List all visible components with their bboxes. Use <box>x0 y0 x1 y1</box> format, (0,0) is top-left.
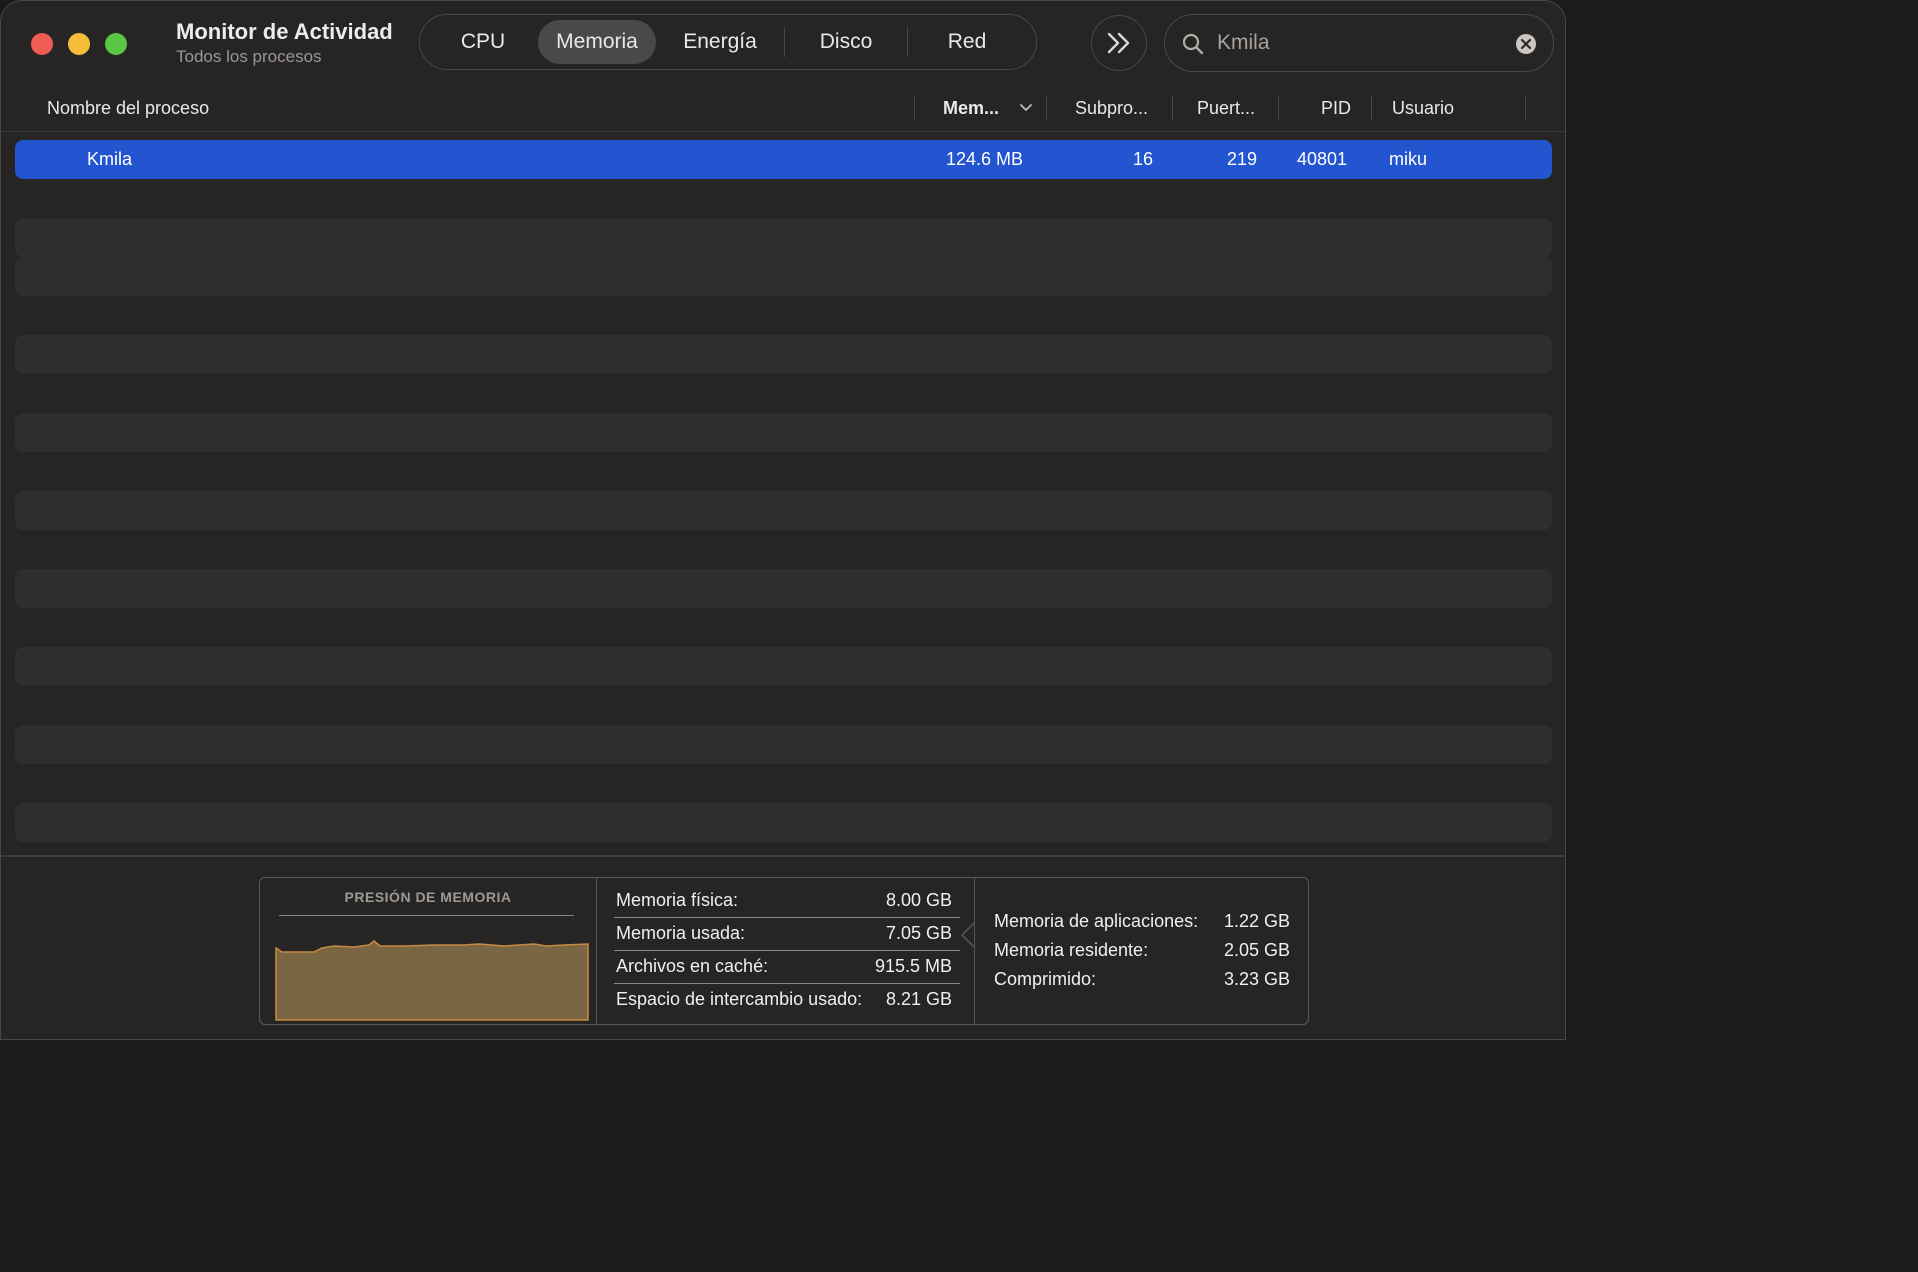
stat-value: 8.21 GB <box>885 989 952 1009</box>
stat-label: Memoria residente: <box>994 940 1149 960</box>
stat-swap-used: Espacio de intercambio usado: 8.21 GB <box>614 983 960 1016</box>
table-row[interactable]: Kmila 124.6 MB 16 219 40801 miku <box>15 140 1552 179</box>
window-title: Monitor de Actividad <box>176 19 393 44</box>
stat-wired-memory: Memoria residente: 2.05 GB <box>994 940 1290 961</box>
stat-compressed: Comprimido: 3.23 GB <box>994 969 1290 990</box>
activity-monitor-window: Monitor de Actividad Todos los procesos … <box>0 0 1566 1040</box>
empty-row <box>15 257 1552 296</box>
search-icon <box>1182 33 1204 55</box>
column-header-name[interactable]: Nombre del proceso <box>47 98 209 119</box>
clear-search-icon[interactable] <box>1515 33 1537 55</box>
column-separator[interactable] <box>914 95 915 121</box>
process-threads: 16 <box>1133 149 1154 169</box>
memory-pressure-section: PRESIÓN DE MEMORIA <box>260 878 597 1024</box>
stat-label: Memoria física: <box>616 890 739 910</box>
tab-cpu[interactable]: CPU <box>428 20 538 64</box>
stat-value: 3.23 GB <box>1223 969 1290 989</box>
zoom-window-button[interactable] <box>105 33 127 55</box>
process-user: miku <box>1389 149 1428 169</box>
empty-row <box>15 218 1552 257</box>
more-toolbar-items-button[interactable] <box>1091 15 1147 71</box>
stat-label: Memoria de aplicaciones: <box>994 911 1199 931</box>
memory-pressure-title: PRESIÓN DE MEMORIA <box>344 889 512 905</box>
search-field[interactable]: Kmila <box>1164 14 1554 72</box>
double-chevron-right-icon <box>1107 32 1130 54</box>
stat-value: 7.05 GB <box>885 923 952 943</box>
stat-value: 1.22 GB <box>1223 911 1290 931</box>
column-separator[interactable] <box>1371 95 1372 121</box>
column-separator[interactable] <box>1525 95 1526 121</box>
table-header: Nombre del proceso Mem... Subpro... Puer… <box>1 87 1565 132</box>
stat-label: Espacio de intercambio usado: <box>616 989 863 1009</box>
bracket-notch-icon <box>960 922 975 948</box>
column-separator[interactable] <box>1046 95 1047 121</box>
column-header-memory[interactable]: Mem... <box>943 98 999 119</box>
column-header-pid[interactable]: PID <box>1321 98 1351 119</box>
empty-row <box>15 413 1552 452</box>
window-subtitle[interactable]: Todos los procesos <box>176 47 393 67</box>
stat-value: 915.5 MB <box>874 956 952 976</box>
empty-row <box>15 491 1552 530</box>
empty-row <box>15 725 1552 764</box>
empty-row <box>15 335 1552 374</box>
search-input[interactable]: Kmila <box>1217 31 1270 55</box>
process-ports: 219 <box>1227 149 1258 169</box>
minimize-window-button[interactable] <box>68 33 90 55</box>
stat-cached-files: Archivos en caché: 915.5 MB <box>614 950 960 984</box>
stat-label: Archivos en caché: <box>616 956 769 976</box>
empty-row <box>15 569 1552 608</box>
stat-value: 8.00 GB <box>885 890 952 910</box>
panel-divider <box>1 855 1565 857</box>
empty-row <box>15 647 1552 686</box>
close-window-button[interactable] <box>31 33 53 55</box>
process-memory: 124.6 MB <box>946 149 1024 169</box>
memory-stats-section: Memoria física: 8.00 GB Memoria usada: 7… <box>598 878 975 1024</box>
stat-value: 2.05 GB <box>1223 940 1290 960</box>
tab-bar: CPU Memoria Energía Disco Red <box>419 14 1037 70</box>
tab-energia[interactable]: Energía <box>656 20 784 64</box>
memory-pressure-area <box>275 940 589 1021</box>
column-separator[interactable] <box>1172 95 1173 121</box>
stat-app-memory: Memoria de aplicaciones: 1.22 GB <box>994 911 1290 932</box>
stat-used-memory: Memoria usada: 7.05 GB <box>614 917 960 951</box>
toolbar: Monitor de Actividad Todos los procesos … <box>1 1 1565 87</box>
empty-row <box>15 803 1552 842</box>
column-header-user[interactable]: Usuario <box>1392 98 1454 119</box>
column-separator[interactable] <box>1278 95 1279 121</box>
column-header-ports[interactable]: Puert... <box>1197 98 1255 119</box>
process-list: Kmila 124.6 MB 16 219 40801 miku <box>15 140 1552 881</box>
process-pid: 40801 <box>1297 149 1348 169</box>
title-block: Monitor de Actividad Todos los procesos <box>176 19 393 67</box>
memory-pressure-graph <box>275 940 589 1021</box>
tab-memoria[interactable]: Memoria <box>538 20 656 64</box>
column-header-threads[interactable]: Subpro... <box>1075 98 1148 119</box>
process-name: Kmila <box>87 149 133 169</box>
memory-pressure-title-underline <box>279 915 574 916</box>
app-memory-section: Memoria de aplicaciones: 1.22 GB Memoria… <box>976 878 1308 1024</box>
stat-label: Comprimido: <box>994 969 1097 989</box>
memory-summary-panel: PRESIÓN DE MEMORIA Memoria física: 8.00 … <box>259 877 1309 1025</box>
window-controls <box>31 33 127 55</box>
stat-label: Memoria usada: <box>616 923 746 943</box>
tab-red[interactable]: Red <box>908 20 1026 64</box>
chevron-down-icon <box>1020 104 1032 111</box>
stat-physical-memory: Memoria física: 8.00 GB <box>614 884 960 918</box>
tab-disco[interactable]: Disco <box>785 20 907 64</box>
